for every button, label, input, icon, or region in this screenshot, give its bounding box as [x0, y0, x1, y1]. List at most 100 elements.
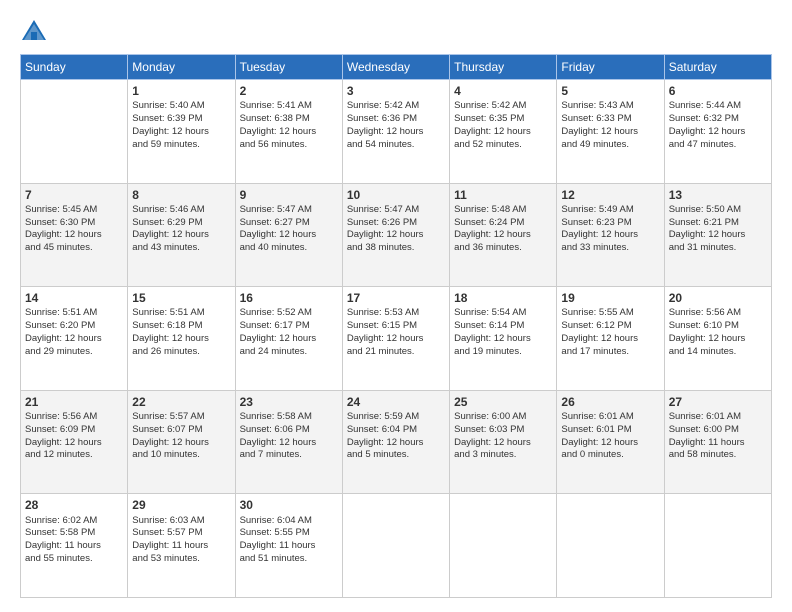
daylight-text: and 7 minutes. [240, 449, 338, 462]
calendar-cell: 4Sunrise: 5:42 AMSunset: 6:35 PMDaylight… [450, 80, 557, 184]
daylight-text: and 36 minutes. [454, 242, 552, 255]
daylight-text: and 24 minutes. [240, 346, 338, 359]
sunset-text: Sunset: 6:07 PM [132, 424, 230, 437]
logo-icon [20, 18, 48, 46]
day-number: 21 [25, 394, 123, 410]
sunrise-text: Sunrise: 6:01 AM [561, 411, 659, 424]
daylight-text: Daylight: 12 hours [669, 126, 767, 139]
day-number: 18 [454, 290, 552, 306]
day-number: 13 [669, 187, 767, 203]
sunset-text: Sunset: 6:09 PM [25, 424, 123, 437]
calendar-table: SundayMondayTuesdayWednesdayThursdayFrid… [20, 54, 772, 598]
calendar-cell: 28Sunrise: 6:02 AMSunset: 5:58 PMDayligh… [21, 494, 128, 598]
calendar-cell: 23Sunrise: 5:58 AMSunset: 6:06 PMDayligh… [235, 390, 342, 494]
column-header-thursday: Thursday [450, 55, 557, 80]
calendar-cell: 3Sunrise: 5:42 AMSunset: 6:36 PMDaylight… [342, 80, 449, 184]
sunset-text: Sunset: 6:38 PM [240, 113, 338, 126]
daylight-text: and 3 minutes. [454, 449, 552, 462]
daylight-text: Daylight: 12 hours [132, 333, 230, 346]
sunrise-text: Sunrise: 5:53 AM [347, 307, 445, 320]
daylight-text: Daylight: 11 hours [669, 437, 767, 450]
day-number: 10 [347, 187, 445, 203]
sunset-text: Sunset: 6:26 PM [347, 217, 445, 230]
sunrise-text: Sunrise: 5:51 AM [132, 307, 230, 320]
sunset-text: Sunset: 6:06 PM [240, 424, 338, 437]
sunset-text: Sunset: 6:23 PM [561, 217, 659, 230]
calendar-cell: 14Sunrise: 5:51 AMSunset: 6:20 PMDayligh… [21, 287, 128, 391]
day-number: 24 [347, 394, 445, 410]
day-number: 29 [132, 497, 230, 513]
sunrise-text: Sunrise: 5:59 AM [347, 411, 445, 424]
daylight-text: and 49 minutes. [561, 139, 659, 152]
daylight-text: and 38 minutes. [347, 242, 445, 255]
day-number: 28 [25, 497, 123, 513]
calendar-cell: 21Sunrise: 5:56 AMSunset: 6:09 PMDayligh… [21, 390, 128, 494]
calendar-cell: 29Sunrise: 6:03 AMSunset: 5:57 PMDayligh… [128, 494, 235, 598]
daylight-text: and 17 minutes. [561, 346, 659, 359]
calendar-cell: 22Sunrise: 5:57 AMSunset: 6:07 PMDayligh… [128, 390, 235, 494]
header [20, 18, 772, 46]
calendar-cell: 7Sunrise: 5:45 AMSunset: 6:30 PMDaylight… [21, 183, 128, 287]
calendar-cell [664, 494, 771, 598]
daylight-text: Daylight: 12 hours [561, 437, 659, 450]
sunset-text: Sunset: 5:58 PM [25, 527, 123, 540]
day-number: 30 [240, 497, 338, 513]
daylight-text: and 43 minutes. [132, 242, 230, 255]
daylight-text: Daylight: 11 hours [240, 540, 338, 553]
calendar-cell: 20Sunrise: 5:56 AMSunset: 6:10 PMDayligh… [664, 287, 771, 391]
calendar-cell: 15Sunrise: 5:51 AMSunset: 6:18 PMDayligh… [128, 287, 235, 391]
daylight-text: and 51 minutes. [240, 553, 338, 566]
day-number: 27 [669, 394, 767, 410]
calendar-cell [342, 494, 449, 598]
daylight-text: Daylight: 12 hours [25, 333, 123, 346]
day-number: 25 [454, 394, 552, 410]
sunrise-text: Sunrise: 5:46 AM [132, 204, 230, 217]
daylight-text: Daylight: 12 hours [25, 229, 123, 242]
daylight-text: and 33 minutes. [561, 242, 659, 255]
daylight-text: Daylight: 12 hours [454, 229, 552, 242]
calendar-cell: 19Sunrise: 5:55 AMSunset: 6:12 PMDayligh… [557, 287, 664, 391]
sunrise-text: Sunrise: 6:01 AM [669, 411, 767, 424]
day-number: 7 [25, 187, 123, 203]
sunrise-text: Sunrise: 6:00 AM [454, 411, 552, 424]
sunset-text: Sunset: 6:15 PM [347, 320, 445, 333]
sunrise-text: Sunrise: 6:04 AM [240, 515, 338, 528]
week-row-4: 28Sunrise: 6:02 AMSunset: 5:58 PMDayligh… [21, 494, 772, 598]
sunset-text: Sunset: 6:04 PM [347, 424, 445, 437]
calendar-cell [21, 80, 128, 184]
day-number: 4 [454, 83, 552, 99]
calendar-cell: 11Sunrise: 5:48 AMSunset: 6:24 PMDayligh… [450, 183, 557, 287]
calendar-cell: 30 Sunrise: 6:04 AMSunset: 5:55 PMDayligh… [235, 494, 342, 598]
daylight-text: and 55 minutes. [25, 553, 123, 566]
day-number: 12 [561, 187, 659, 203]
sunrise-text: Sunrise: 5:45 AM [25, 204, 123, 217]
day-number: 17 [347, 290, 445, 306]
daylight-text: and 59 minutes. [132, 139, 230, 152]
week-row-1: 7Sunrise: 5:45 AMSunset: 6:30 PMDaylight… [21, 183, 772, 287]
sunset-text: Sunset: 6:10 PM [669, 320, 767, 333]
column-header-saturday: Saturday [664, 55, 771, 80]
sunrise-text: Sunrise: 5:47 AM [347, 204, 445, 217]
daylight-text: and 54 minutes. [347, 139, 445, 152]
daylight-text: and 14 minutes. [669, 346, 767, 359]
calendar-cell: 13Sunrise: 5:50 AMSunset: 6:21 PMDayligh… [664, 183, 771, 287]
daylight-text: and 56 minutes. [240, 139, 338, 152]
sunrise-text: Sunrise: 5:58 AM [240, 411, 338, 424]
day-number: 16 [240, 290, 338, 306]
calendar-cell: 1Sunrise: 5:40 AMSunset: 6:39 PMDaylight… [128, 80, 235, 184]
daylight-text: Daylight: 12 hours [132, 229, 230, 242]
daylight-text: and 40 minutes. [240, 242, 338, 255]
sunrise-text: Sunrise: 5:47 AM [240, 204, 338, 217]
week-row-2: 14Sunrise: 5:51 AMSunset: 6:20 PMDayligh… [21, 287, 772, 391]
day-number: 5 [561, 83, 659, 99]
header-row: SundayMondayTuesdayWednesdayThursdayFrid… [21, 55, 772, 80]
sunset-text: Sunset: 6:35 PM [454, 113, 552, 126]
day-number: 19 [561, 290, 659, 306]
sunset-text: Sunset: 5:55 PM [240, 527, 338, 540]
column-header-sunday: Sunday [21, 55, 128, 80]
sunset-text: Sunset: 6:17 PM [240, 320, 338, 333]
daylight-text: Daylight: 12 hours [347, 437, 445, 450]
sunrise-text: Sunrise: 5:44 AM [669, 100, 767, 113]
sunrise-text: Sunrise: 5:57 AM [132, 411, 230, 424]
day-number: 8 [132, 187, 230, 203]
